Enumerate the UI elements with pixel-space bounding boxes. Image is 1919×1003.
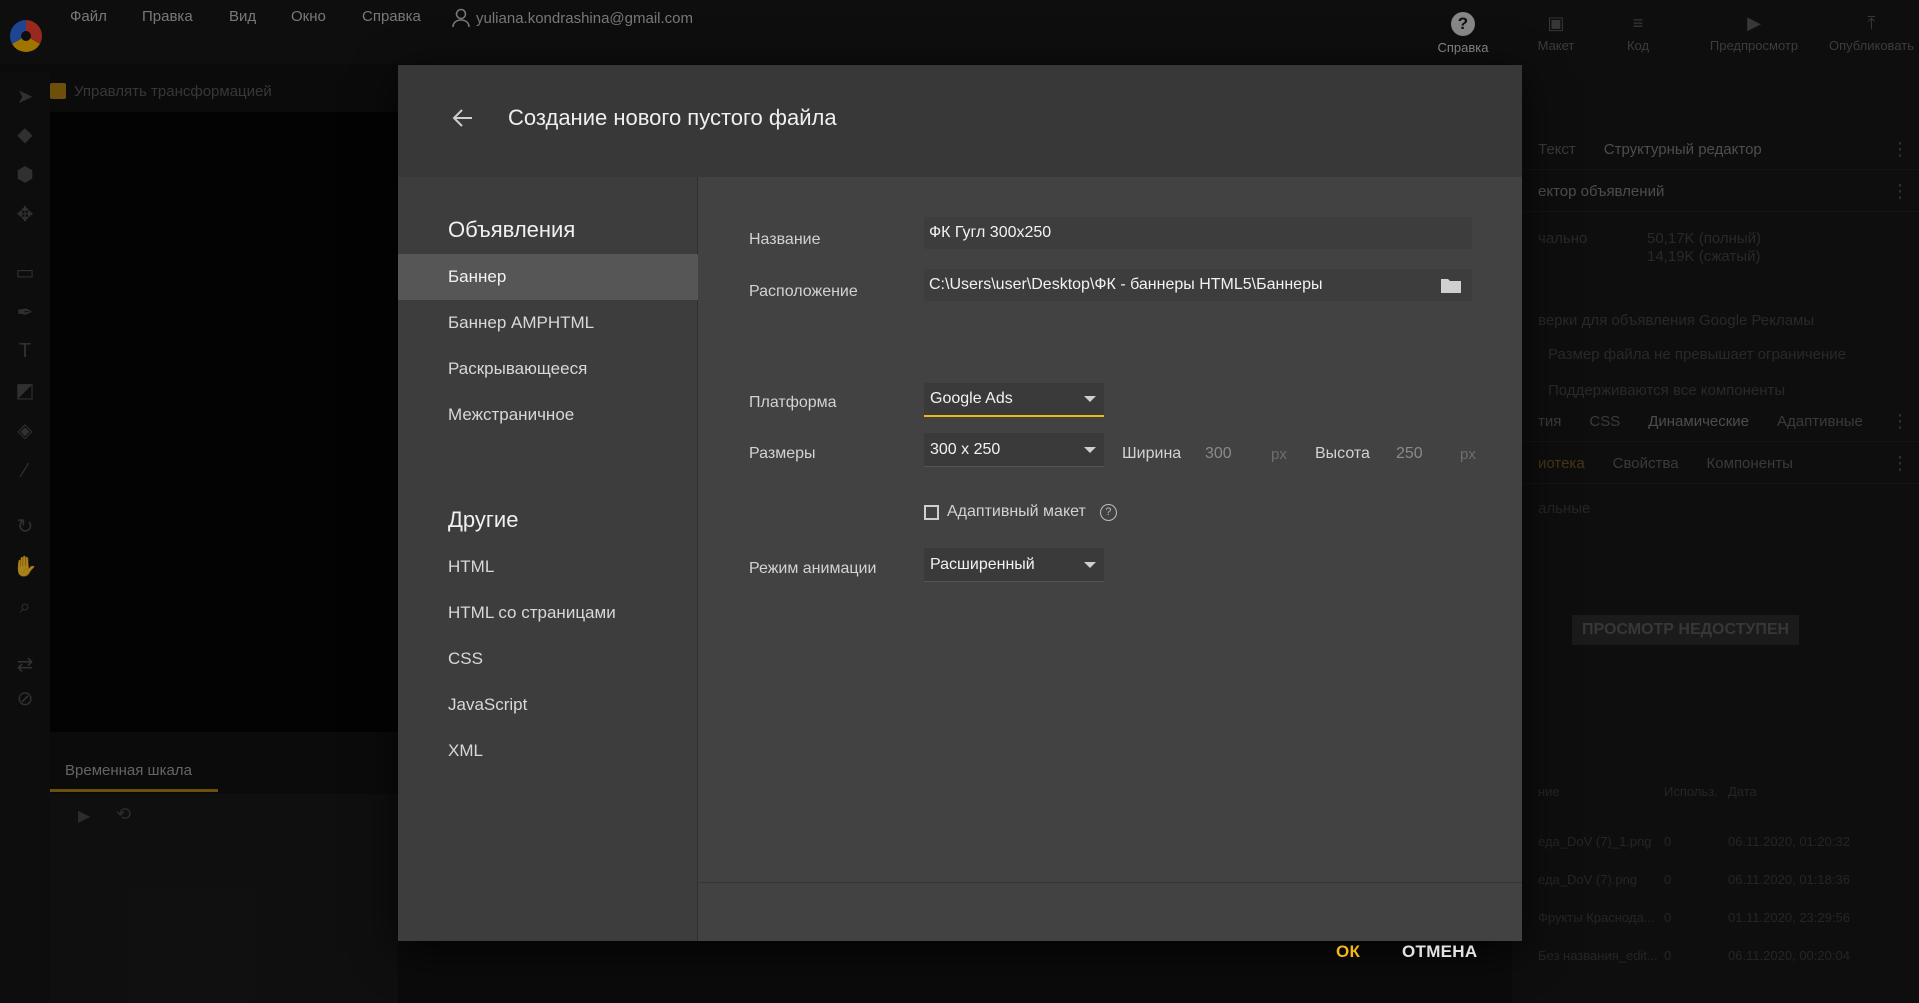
type-javascript[interactable]: JavaScript [398, 682, 698, 728]
type-html[interactable]: HTML [398, 544, 698, 590]
platform-value: Google Ads [930, 390, 1013, 407]
chevron-down-icon [1084, 446, 1096, 453]
type-css[interactable]: CSS [398, 636, 698, 682]
type-banner-amphtml[interactable]: Баннер AMPHTML [398, 300, 698, 346]
responsive-label: Адаптивный макет [947, 503, 1086, 520]
dialog-form: Название ФК Гугл 300x250 Расположение C:… [699, 177, 1522, 961]
anim-mode-select[interactable]: Расширенный [924, 548, 1104, 582]
info-icon[interactable]: ? [1099, 503, 1117, 521]
type-banner[interactable]: Баннер [398, 254, 698, 300]
new-file-dialog: Создание нового пустого файла Объявления… [398, 65, 1522, 961]
chevron-down-icon [1084, 396, 1096, 402]
location-label: Расположение [749, 283, 858, 300]
sizes-value: 300 x 250 [930, 440, 1001, 458]
location-path: C:\Users\user\Desktop\ФК - баннеры HTML5… [929, 276, 1323, 293]
name-input[interactable]: ФК Гугл 300x250 [924, 217, 1472, 249]
platform-label: Платформа [749, 394, 837, 411]
width-unit: px [1271, 446, 1287, 463]
ok-button[interactable]: ОК [1336, 942, 1360, 962]
type-html-pages[interactable]: HTML со страницами [398, 590, 698, 636]
height-unit: px [1460, 446, 1476, 463]
folder-icon[interactable] [1440, 276, 1462, 294]
type-expandable[interactable]: Раскрывающееся [398, 346, 698, 392]
category-ads: Объявления [448, 217, 576, 242]
cancel-button[interactable]: ОТМЕНА [1402, 942, 1477, 962]
dialog-title: Создание нового пустого файла [508, 105, 837, 130]
location-input[interactable]: C:\Users\user\Desktop\ФК - баннеры HTML5… [924, 269, 1472, 301]
width-input[interactable]: 300 [1205, 445, 1269, 463]
responsive-option: Адаптивный макет ? [924, 503, 1117, 521]
sizes-select[interactable]: 300 x 250 [924, 433, 1104, 467]
category-other: Другие [448, 507, 519, 532]
anim-mode-label: Режим анимации [749, 560, 877, 577]
back-arrow-icon[interactable] [450, 105, 476, 131]
app-window: Файл Правка Вид Окно Справка yuliana.kon… [0, 0, 1919, 1003]
sizes-label: Размеры [749, 445, 816, 462]
type-xml[interactable]: XML [398, 728, 698, 774]
name-label: Название [749, 231, 821, 248]
type-interstitial[interactable]: Межстраничное [398, 392, 698, 438]
footer-divider [699, 882, 1522, 883]
chevron-down-icon [1084, 561, 1096, 568]
platform-select[interactable]: Google Ads [924, 383, 1104, 417]
anim-mode-value: Расширенный [930, 555, 1035, 573]
dialog-header: Создание нового пустого файла [398, 65, 1522, 177]
width-label: Ширина [1122, 445, 1182, 462]
height-label: Высота [1315, 445, 1370, 462]
file-type-sidebar: Объявления Баннер Баннер AMPHTML Раскрыв… [398, 177, 698, 941]
responsive-checkbox[interactable] [924, 504, 939, 520]
height-input[interactable]: 250 [1396, 445, 1460, 463]
